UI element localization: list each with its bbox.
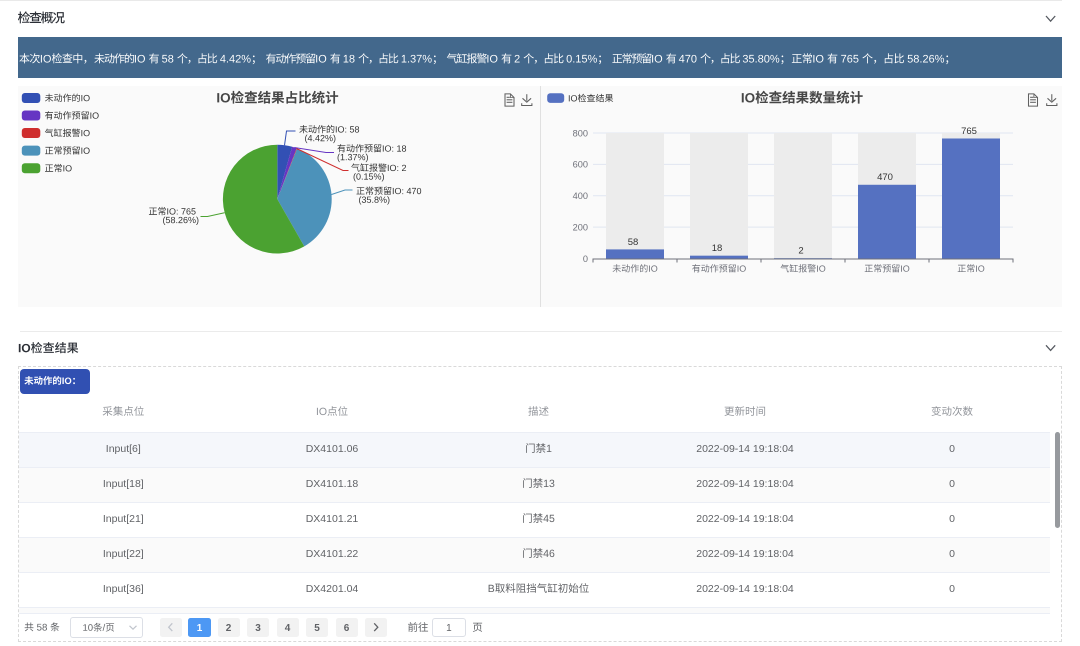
svg-text:6: 6 [344,623,350,634]
svg-text:Input[22]: Input[22] [103,548,144,560]
svg-text:3: 3 [255,623,261,634]
svg-text:58: 58 [628,237,639,248]
svg-text:0: 0 [949,513,955,525]
svg-text:Input[21]: Input[21] [103,513,144,525]
svg-text:DX4101.06: DX4101.06 [306,443,359,455]
svg-text:470: 470 [877,172,893,183]
svg-text:400: 400 [573,191,588,201]
svg-text:DX4101.21: DX4101.21 [306,513,359,525]
svg-text:0: 0 [583,254,588,264]
svg-text:0: 0 [949,443,955,455]
svg-text:0: 0 [949,583,955,595]
svg-text:0: 0 [949,478,955,490]
svg-text:765: 765 [961,126,977,137]
svg-text:Input[36]: Input[36] [103,583,144,595]
svg-text:Input[18]: Input[18] [103,478,144,490]
svg-text:DX4101.22: DX4101.22 [306,548,359,560]
svg-text:5: 5 [314,623,320,634]
svg-text:1: 1 [197,623,203,634]
svg-text:2022-09-14 19:18:04: 2022-09-14 19:18:04 [696,443,794,455]
svg-text:2022-09-14 19:18:04: 2022-09-14 19:18:04 [696,478,794,490]
svg-text:600: 600 [573,160,588,170]
svg-text:800: 800 [573,128,588,138]
svg-text:0: 0 [949,548,955,560]
svg-text:Input[6]: Input[6] [106,443,141,455]
svg-text:2022-09-14 19:18:04: 2022-09-14 19:18:04 [696,513,794,525]
svg-text:4: 4 [285,623,291,634]
svg-text:2: 2 [226,623,232,634]
svg-text:2: 2 [798,246,803,257]
svg-text:2022-09-14 19:18:04: 2022-09-14 19:18:04 [696,548,794,560]
svg-text:2022-09-14 19:18:04: 2022-09-14 19:18:04 [696,583,794,595]
svg-text:1: 1 [446,623,452,634]
svg-text:DX4101.18: DX4101.18 [306,478,359,490]
svg-text:200: 200 [573,222,588,232]
svg-text:DX4201.04: DX4201.04 [306,583,359,595]
svg-text:18: 18 [712,243,723,254]
